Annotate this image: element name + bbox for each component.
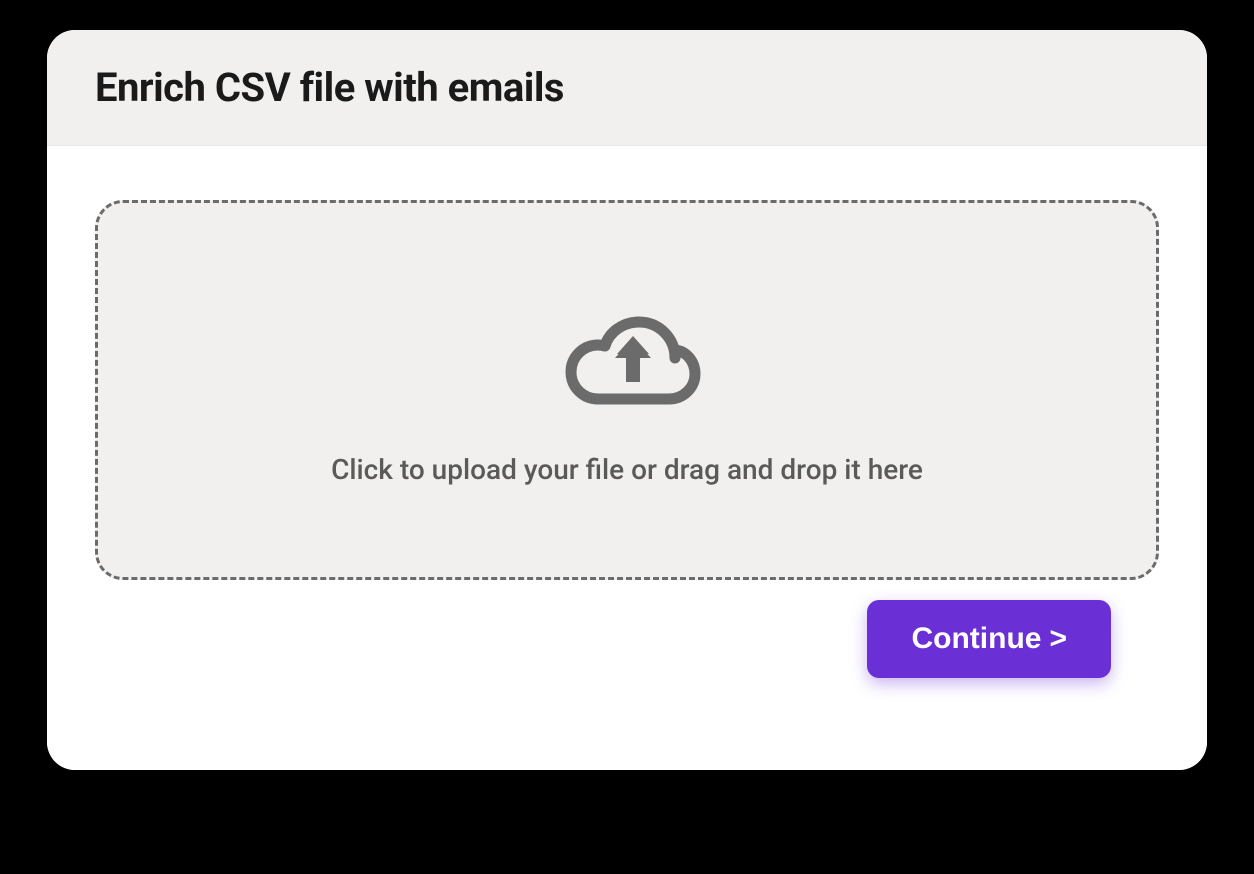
modal-footer: Continue > — [95, 600, 1159, 726]
continue-button[interactable]: Continue > — [867, 600, 1111, 678]
chevron-right-icon: > — [1049, 622, 1067, 656]
dropzone-instruction-text: Click to upload your file or drag and dr… — [331, 453, 923, 486]
enrich-csv-modal: Enrich CSV file with emails Click to upl… — [47, 30, 1207, 770]
modal-title: Enrich CSV file with emails — [95, 64, 1159, 111]
cloud-upload-icon — [547, 295, 707, 425]
file-dropzone[interactable]: Click to upload your file or drag and dr… — [95, 200, 1159, 580]
modal-body: Click to upload your file or drag and dr… — [47, 146, 1207, 770]
continue-button-label: Continue — [911, 622, 1041, 656]
modal-header: Enrich CSV file with emails — [47, 30, 1207, 146]
